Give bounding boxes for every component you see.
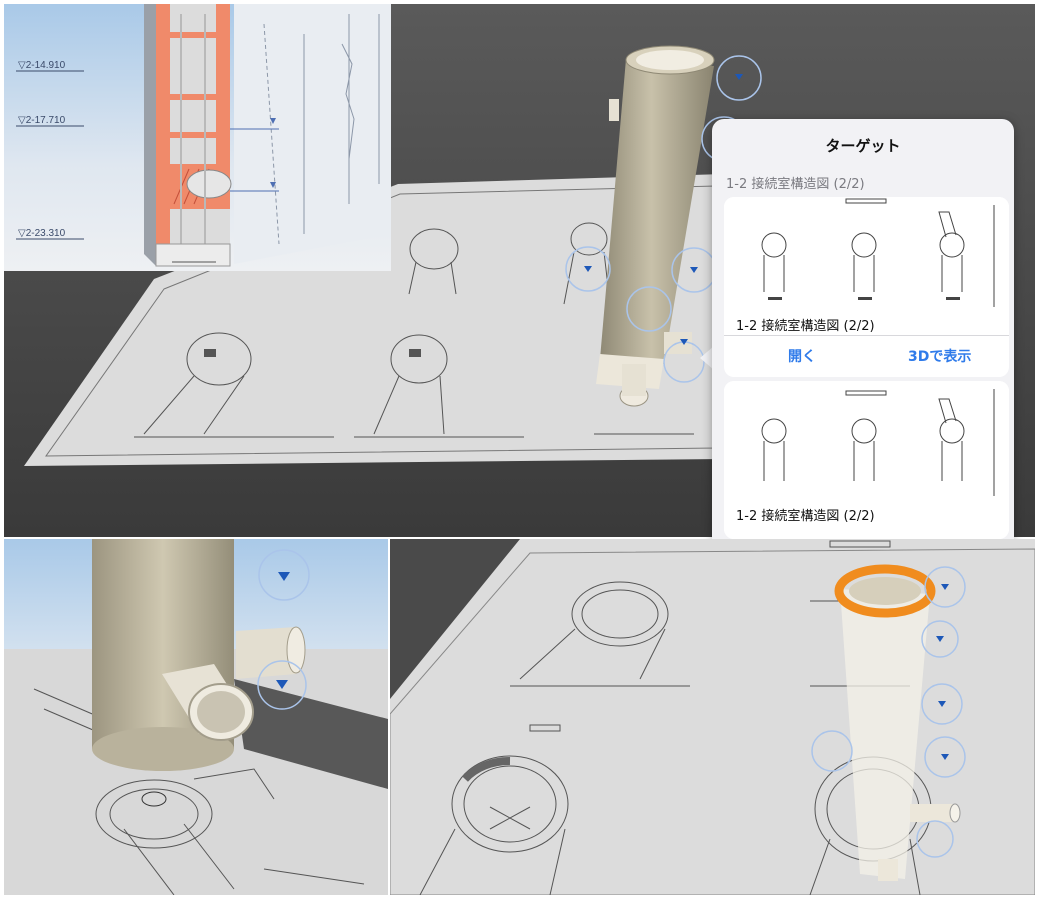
- drawing-card[interactable]: 1-2 接続室構造図 (2/2): [724, 381, 1009, 539]
- level-label: ▽2-14.910: [18, 60, 66, 71]
- target-marker-icon[interactable]: [259, 550, 309, 600]
- level-label: ▽2-23.310: [18, 228, 66, 239]
- open-button[interactable]: 開く: [788, 346, 816, 366]
- section-view-canvas: ▽2-14.910 ▽2-17.710 ▽2-23.310: [4, 4, 391, 271]
- card-actions: 開く 3Dで表示: [724, 335, 1009, 377]
- section-view-panel: ▽2-14.910 ▽2-17.710 ▽2-23.310: [4, 4, 391, 271]
- target-marker-icon[interactable]: [258, 661, 306, 709]
- target-marker-icon[interactable]: [717, 56, 761, 100]
- drawing-section-header: 1-2 接続室構造図 (2/2): [726, 177, 865, 192]
- level-label: ▽2-17.710: [18, 115, 66, 126]
- drawing-card-title: 1-2 接続室構造図 (2/2): [736, 315, 875, 334]
- popover-title: ターゲット: [825, 137, 901, 155]
- target-marker-icon[interactable]: [566, 247, 610, 291]
- target-marker-icon[interactable]: [925, 567, 965, 607]
- target-popover[interactable]: ターゲット 1-2 接続室構造図 (2/2) 1-2 接続室構造図 (2/2) …: [712, 119, 1014, 539]
- pipe-closeup-panel: [4, 539, 388, 895]
- drawing-card-title: 1-2 接続室構造図 (2/2): [736, 505, 875, 524]
- view-in-3d-button[interactable]: 3Dで表示: [908, 346, 971, 366]
- pipe-closeup-canvas: [4, 539, 388, 895]
- drawing-card[interactable]: 1-2 接続室構造図 (2/2) 開く 3Dで表示: [724, 197, 1009, 377]
